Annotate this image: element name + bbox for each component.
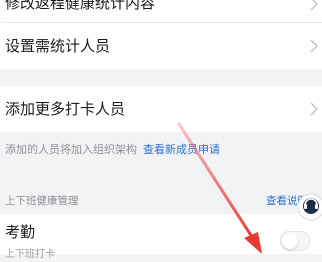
attendance-toggle[interactable] <box>280 231 310 251</box>
customer-service-icon[interactable] <box>296 192 322 222</box>
edit-health-content-row[interactable]: 修改返程健康统计内容 <box>0 0 322 22</box>
add-members-note: 添加的人员将加入组织架构 查看新成员申请 <box>5 143 220 157</box>
add-more-people-row[interactable]: 添加更多打卡人员 <box>0 86 322 132</box>
chevron-right-icon <box>308 0 320 12</box>
add-more-people-label: 添加更多打卡人员 <box>5 100 126 118</box>
edit-health-content-label: 修改返程健康统计内容 <box>5 0 156 12</box>
attendance-row[interactable]: 考勤 上下班打卡 <box>0 214 322 260</box>
add-members-note-text: 添加的人员将加入组织架构 <box>5 143 137 156</box>
section-header-label: 上下班健康管理 <box>5 195 79 207</box>
chevron-right-icon <box>308 38 320 54</box>
attendance-sub-label: 上下班打卡 <box>5 249 55 260</box>
set-people-label: 设置需统计人员 <box>5 37 111 55</box>
chevron-right-icon <box>308 101 320 117</box>
view-new-member-requests-link[interactable]: 查看新成员申请 <box>143 143 220 156</box>
set-people-row[interactable]: 设置需统计人员 <box>0 23 322 69</box>
attendance-label: 考勤 <box>5 223 36 241</box>
